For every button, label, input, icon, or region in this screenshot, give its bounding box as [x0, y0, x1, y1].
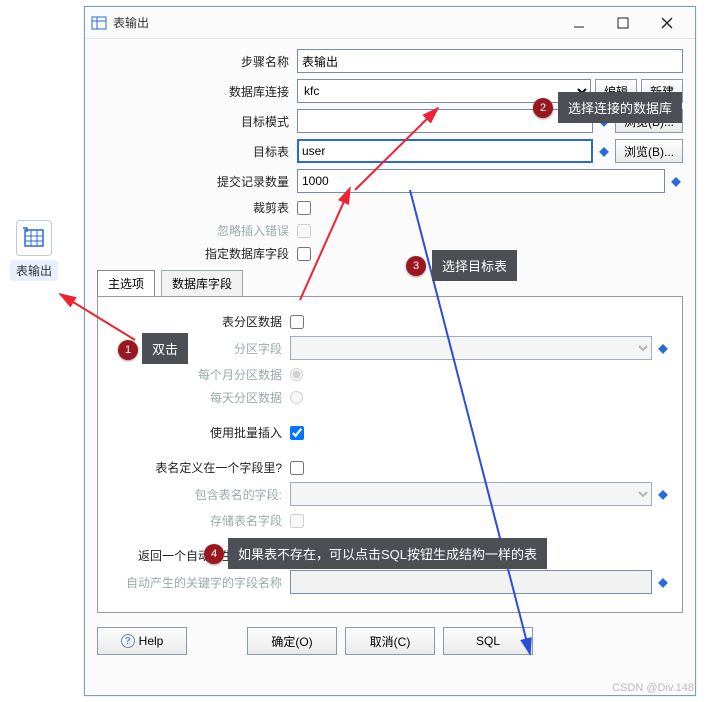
store-table-field-checkbox — [290, 514, 304, 528]
partition-checkbox[interactable] — [290, 315, 304, 329]
window-title: 表输出 — [113, 14, 557, 31]
batch-label: 使用批量插入 — [110, 424, 290, 441]
table-label: 目标表 — [97, 143, 297, 160]
truncate-checkbox[interactable] — [297, 201, 311, 215]
commit-label: 提交记录数量 — [97, 173, 297, 190]
table-input[interactable] — [297, 139, 593, 163]
partition-label: 表分区数据 — [110, 313, 290, 330]
step-name-input[interactable] — [297, 49, 683, 73]
table-browse-button[interactable]: 浏览(B)... — [615, 139, 683, 163]
dialog-actions: ?Help 确定(O) 取消(C) SQL — [85, 619, 695, 667]
spec-db-fields-label: 指定数据库字段 — [97, 245, 297, 262]
key-field-input — [290, 570, 652, 594]
callout-tip-1: 双击 — [142, 333, 188, 364]
variable-icon[interactable]: ◆ — [597, 144, 611, 158]
table-output-icon — [16, 220, 52, 256]
ignore-err-checkbox — [297, 224, 311, 238]
monthly-radio — [290, 368, 303, 381]
variable-icon[interactable]: ◆ — [656, 575, 670, 589]
db-conn-label: 数据库连接 — [97, 83, 297, 100]
tab-main[interactable]: 主选项 — [97, 270, 155, 296]
callout-tip-2: 选择连接的数据库 — [558, 92, 682, 123]
titlebar: 表输出 — [85, 7, 695, 39]
callout-tip-4: 如果表不存在，可以点击SQL按钮生成结构一样的表 — [228, 538, 547, 569]
variable-icon[interactable]: ◆ — [656, 487, 670, 501]
step-name-label: 步骤名称 — [97, 53, 297, 70]
palette-label: 表输出 — [10, 260, 58, 281]
callout-badge-3: 3 — [406, 256, 426, 276]
tab-db-fields[interactable]: 数据库字段 — [161, 270, 243, 296]
table-in-field-label: 表名定义在一个字段里? — [110, 459, 290, 476]
window-icon — [91, 15, 107, 31]
tab-bar: 主选项 数据库字段 — [97, 270, 683, 296]
store-table-field-label: 存储表名字段 — [110, 512, 290, 529]
form-area: 步骤名称 数据库连接 kfc 编辑 新建 目标模式 ◆ 浏览(B)... 目标表… — [85, 39, 695, 262]
daily-label: 每天分区数据 — [110, 389, 290, 406]
part-field-select — [290, 336, 652, 360]
close-button[interactable] — [645, 8, 689, 38]
cancel-button[interactable]: 取消(C) — [345, 627, 435, 655]
variable-icon[interactable]: ◆ — [656, 341, 670, 355]
callout-badge-2: 2 — [533, 98, 553, 118]
key-field-label: 自动产生的关键字的字段名称 — [110, 574, 290, 591]
sql-button[interactable]: SQL — [443, 627, 533, 655]
daily-radio — [290, 391, 303, 404]
table-field-select — [290, 482, 652, 506]
ok-button[interactable]: 确定(O) — [247, 627, 337, 655]
help-button[interactable]: ?Help — [97, 627, 187, 655]
batch-checkbox[interactable] — [290, 426, 304, 440]
table-in-field-checkbox[interactable] — [290, 461, 304, 475]
callout-badge-1: 1 — [118, 340, 138, 360]
help-icon: ? — [121, 634, 135, 648]
maximize-button[interactable] — [601, 8, 645, 38]
ignore-err-label: 忽略插入错误 — [97, 222, 297, 239]
truncate-label: 裁剪表 — [97, 199, 297, 216]
schema-label: 目标模式 — [97, 113, 297, 130]
minimize-button[interactable] — [557, 8, 601, 38]
variable-icon[interactable]: ◆ — [669, 174, 683, 188]
table-field-label: 包含表名的字段: — [110, 486, 290, 503]
commit-input[interactable] — [297, 169, 665, 193]
spec-db-fields-checkbox[interactable] — [297, 247, 311, 261]
palette-item[interactable]: 表输出 — [10, 220, 58, 281]
callout-tip-3: 选择目标表 — [432, 250, 517, 281]
monthly-label: 每个月分区数据 — [110, 366, 290, 383]
callout-badge-4: 4 — [204, 544, 224, 564]
